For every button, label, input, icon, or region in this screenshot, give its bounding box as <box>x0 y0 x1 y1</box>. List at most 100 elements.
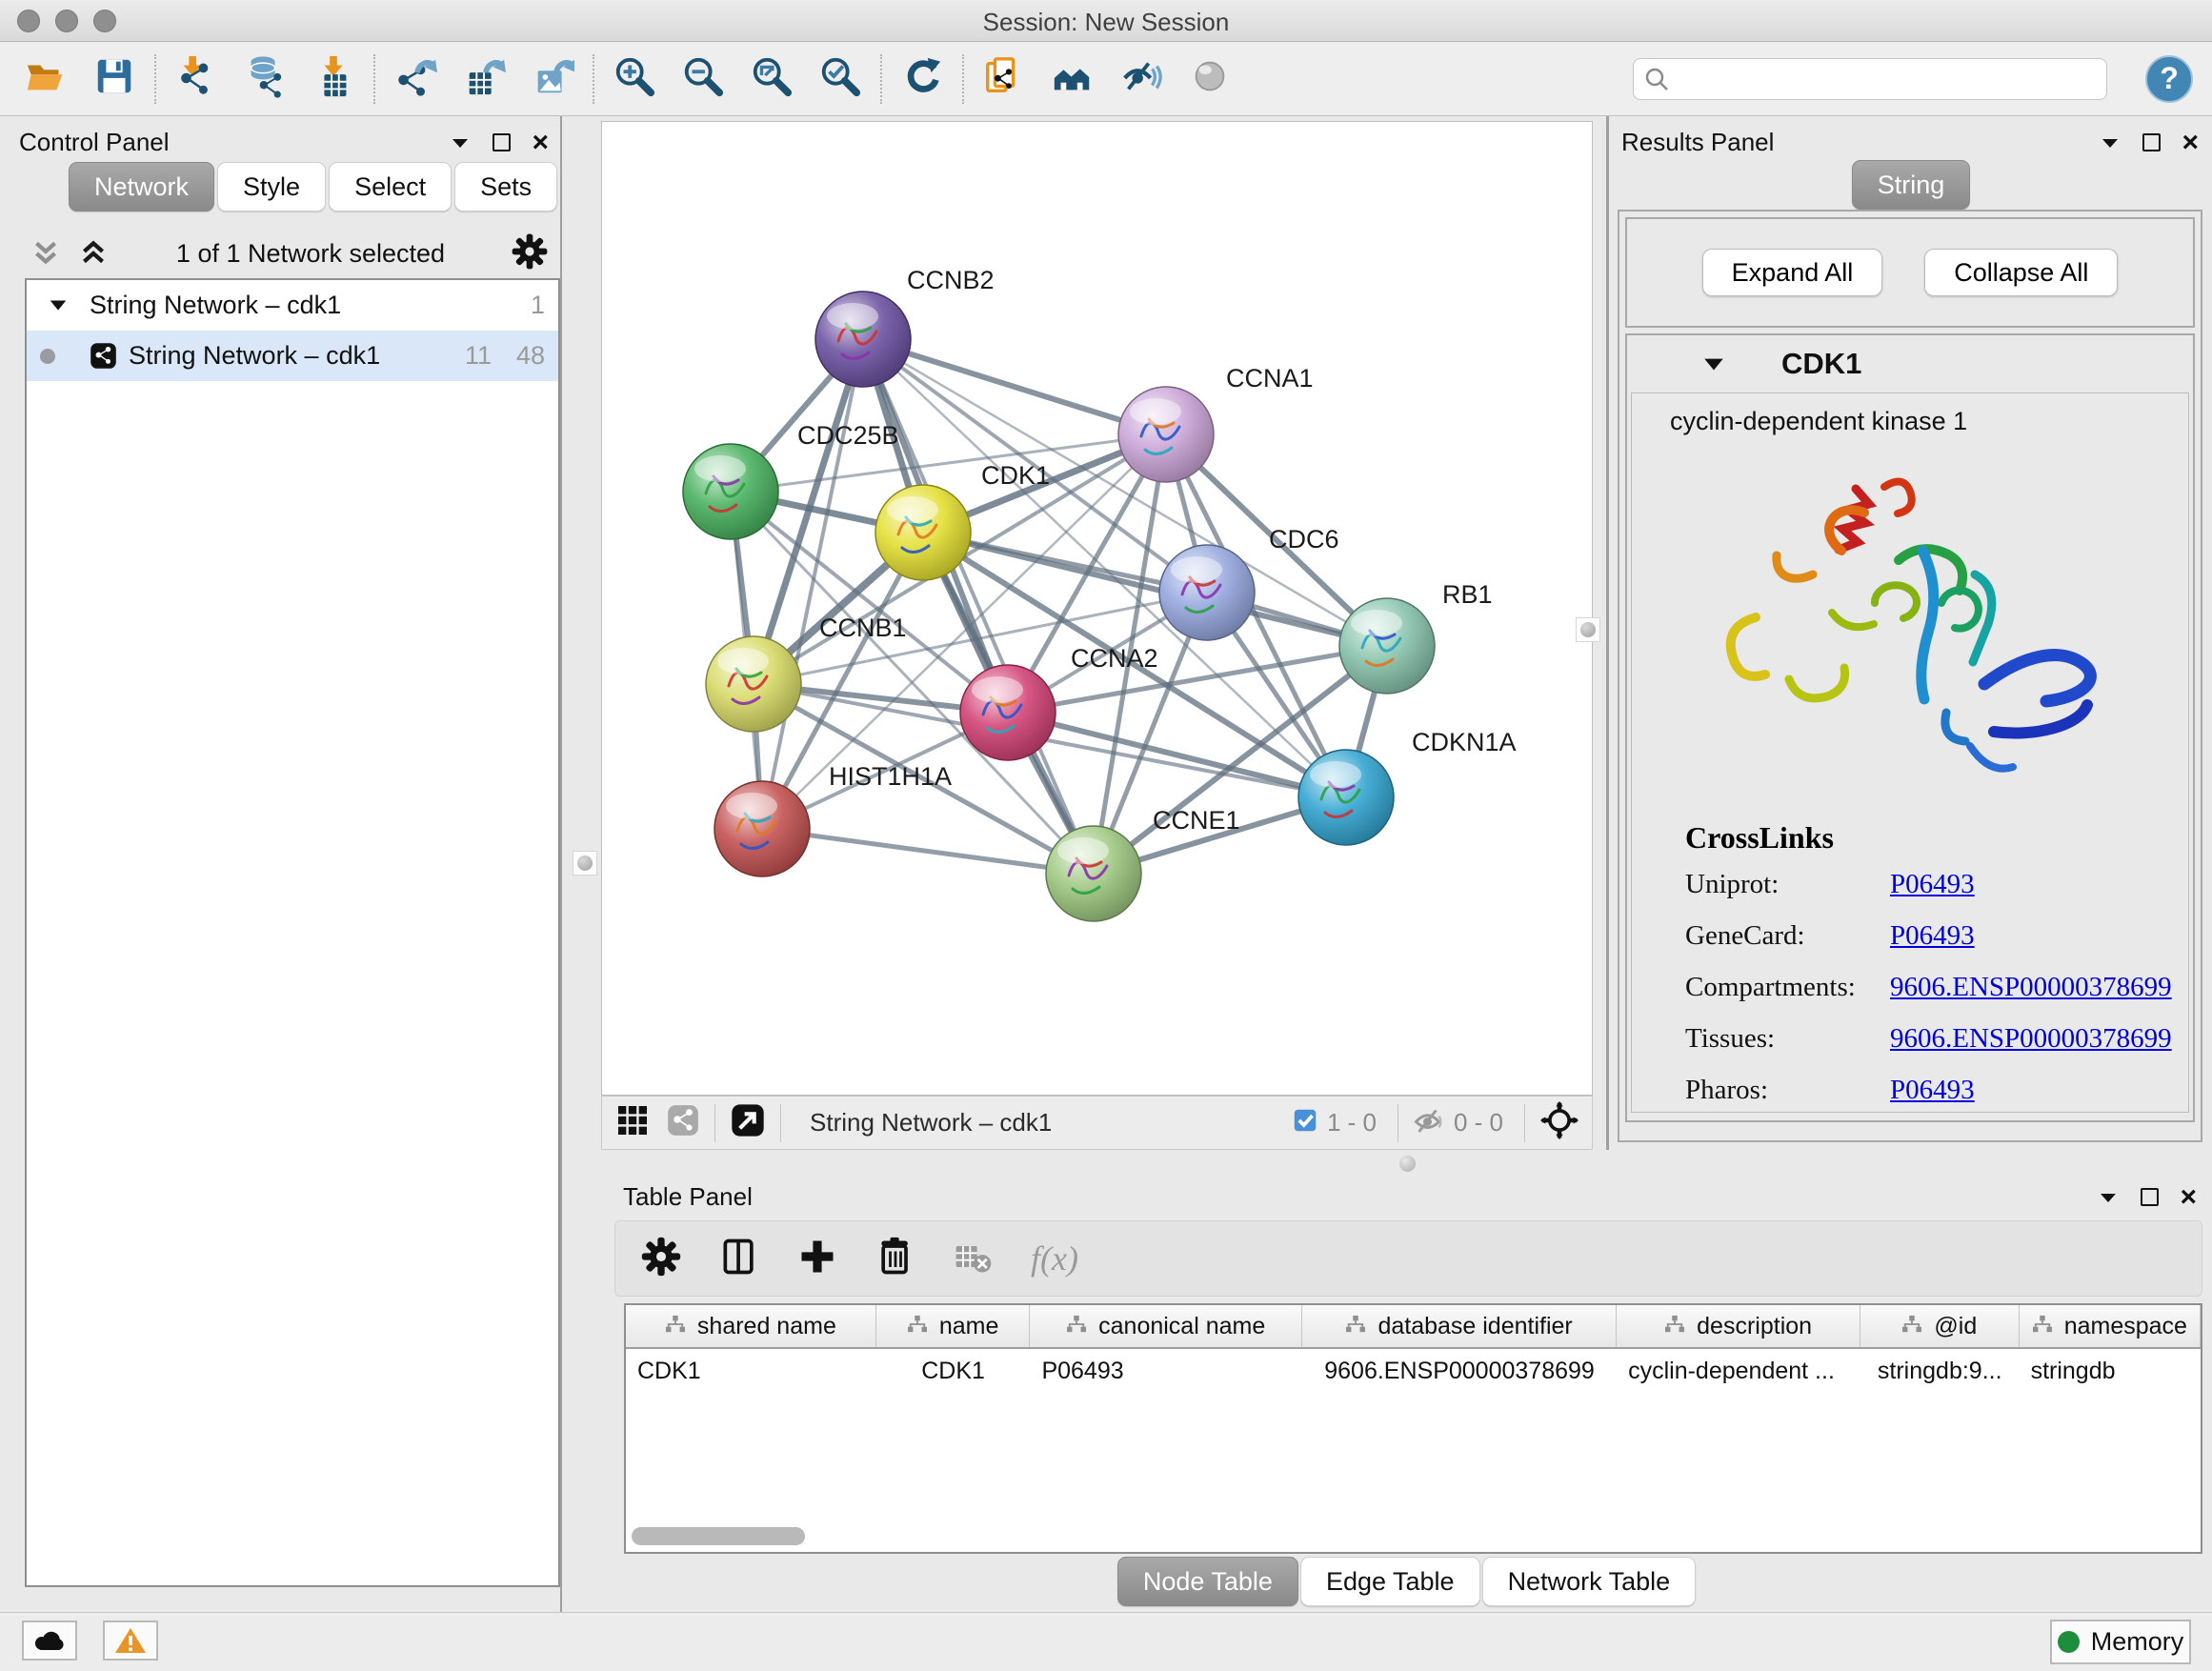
warnings-button[interactable] <box>103 1621 158 1661</box>
panel-menu-icon[interactable] <box>2097 1186 2120 1209</box>
network-node-cdk1[interactable] <box>875 485 971 580</box>
first-neighbors-button[interactable] <box>1050 56 1096 102</box>
delete-column-button[interactable] <box>875 1236 916 1282</box>
section-collapse-icon[interactable] <box>1701 352 1726 376</box>
tab-style[interactable]: Style <box>217 162 326 211</box>
tab-node-table[interactable]: Node Table <box>1117 1557 1298 1606</box>
network-node-hist1h1a[interactable] <box>714 781 810 876</box>
zoom-fit-button[interactable] <box>749 56 794 102</box>
table-cell[interactable]: stringdb <box>2020 1349 2201 1393</box>
table-cell[interactable]: CDK1 <box>876 1349 1031 1393</box>
crosslink-link[interactable]: 9606.ENSP00000378699 <box>1890 972 2172 1003</box>
import-table-from-file-button[interactable] <box>311 56 356 102</box>
show-columns-button[interactable] <box>718 1236 760 1282</box>
tree-expander-icon[interactable] <box>48 295 69 316</box>
apply-preferred-layout-button[interactable] <box>899 56 945 102</box>
network-node-ccna2[interactable] <box>960 665 1056 760</box>
network-node-rb1[interactable] <box>1339 598 1435 694</box>
network-node-cdc25b[interactable] <box>683 444 778 539</box>
search-input[interactable] <box>1670 66 2097 92</box>
new-network-from-selection-button[interactable] <box>981 56 1027 102</box>
panel-close-icon[interactable]: × <box>2180 1188 2197 1207</box>
panel-close-icon[interactable]: × <box>2182 133 2199 152</box>
delete-table-button[interactable] <box>953 1236 995 1282</box>
selected-checkbox-icon[interactable] <box>1291 1106 1319 1139</box>
network-node-cdkn1a[interactable] <box>1298 750 1394 845</box>
table-cell[interactable]: cyclin-dependent ... <box>1617 1349 1860 1393</box>
panel-float-icon[interactable] <box>493 133 511 151</box>
crosslink-link[interactable]: P06493 <box>1890 869 1975 900</box>
network-node-ccne1[interactable] <box>1046 826 1141 921</box>
zoom-in-button[interactable] <box>612 56 657 102</box>
zoom-out-button[interactable] <box>680 56 726 102</box>
help-button[interactable]: ? <box>2145 55 2193 103</box>
export-network-button[interactable] <box>392 56 438 102</box>
panel-float-icon[interactable] <box>2141 1188 2159 1206</box>
function-builder-button[interactable]: f(x) <box>1031 1238 1078 1278</box>
column-header-shared-name[interactable]: shared name <box>626 1305 876 1347</box>
table-cell[interactable]: P06493 <box>1030 1349 1302 1393</box>
column-header-description[interactable]: description <box>1617 1305 1860 1347</box>
crosslink-link[interactable]: P06493 <box>1890 1075 1975 1106</box>
column-header--id[interactable]: @id <box>1860 1305 2020 1347</box>
column-header-name[interactable]: name <box>876 1305 1031 1347</box>
column-header-canonical-name[interactable]: canonical name <box>1030 1305 1302 1347</box>
search-box[interactable] <box>1633 58 2107 100</box>
show-hide-graphics-details-button[interactable] <box>1118 56 1164 102</box>
table-row[interactable]: CDK1CDK1P064939606.ENSP00000378699cyclin… <box>626 1349 2201 1393</box>
panel-close-icon[interactable]: × <box>532 133 549 152</box>
crosslink-link[interactable]: P06493 <box>1890 920 1975 952</box>
panel-menu-icon[interactable] <box>449 131 472 154</box>
table-cell[interactable]: stringdb:9... <box>1860 1349 2020 1393</box>
network-badge-icon[interactable] <box>665 1102 701 1143</box>
expand-all-button[interactable]: Expand All <box>1702 249 1883 296</box>
add-column-button[interactable] <box>796 1236 838 1282</box>
collapse-all-icon[interactable] <box>29 237 63 270</box>
horizontal-splitter-handle[interactable] <box>1399 1156 1416 1172</box>
expand-all-icon[interactable] <box>76 237 111 270</box>
right-splitter[interactable] <box>1606 116 1609 1150</box>
table-gear-button[interactable] <box>640 1236 682 1282</box>
import-network-from-database-button[interactable] <box>242 56 288 102</box>
zoom-selected-button[interactable] <box>817 56 863 102</box>
table-cell[interactable]: CDK1 <box>626 1349 876 1393</box>
panel-float-icon[interactable] <box>2142 133 2161 151</box>
left-splitter-handle[interactable] <box>573 851 597 876</box>
tab-network[interactable]: Network <box>69 162 214 211</box>
import-network-from-file-button[interactable] <box>173 56 219 102</box>
table-cell[interactable]: 9606.ENSP00000378699 <box>1302 1349 1617 1393</box>
network-options-gear-icon[interactable] <box>511 232 549 275</box>
status-bar: Memory <box>0 1612 2212 1671</box>
detach-view-icon[interactable] <box>729 1101 767 1144</box>
crosslink-link[interactable]: 9606.ENSP00000378699 <box>1890 1023 2172 1055</box>
column-header-database-identifier[interactable]: database identifier <box>1302 1305 1617 1347</box>
panel-menu-icon[interactable] <box>2099 131 2122 154</box>
save-session-button[interactable] <box>91 56 137 102</box>
network-node-cdc6[interactable] <box>1159 545 1255 640</box>
tab-edge-table[interactable]: Edge Table <box>1300 1557 1480 1606</box>
export-table-button[interactable] <box>461 56 507 102</box>
open-session-button[interactable] <box>23 56 69 102</box>
network-node-ccnb2[interactable] <box>815 292 911 387</box>
tab-string[interactable]: String <box>1852 160 1971 210</box>
tab-sets[interactable]: Sets <box>454 162 557 211</box>
network-view-canvas[interactable]: CCNB2CCNA1CDC25BCDK1CDC6RB1CCNB1CCNA2CDK… <box>601 121 1593 1096</box>
hidden-eye-icon[interactable] <box>1412 1103 1446 1142</box>
cloud-status-button[interactable] <box>22 1621 77 1661</box>
tab-network-table[interactable]: Network Table <box>1482 1557 1697 1606</box>
birdseye-crosshair-icon[interactable] <box>1538 1099 1580 1146</box>
table-horizontal-scrollbar[interactable] <box>632 1527 805 1545</box>
network-tree-row[interactable]: String Network – cdk1 11 48 <box>27 331 558 381</box>
export-image-button[interactable] <box>530 56 575 102</box>
birds-eye-view-button[interactable] <box>1187 56 1233 102</box>
memory-button[interactable]: Memory <box>2050 1620 2191 1664</box>
grid-view-icon[interactable] <box>613 1101 652 1144</box>
network-node-ccna1[interactable] <box>1118 387 1214 482</box>
left-splitter[interactable] <box>560 116 562 1612</box>
column-header-namespace[interactable]: namespace <box>2020 1305 2201 1347</box>
tab-select[interactable]: Select <box>329 162 452 211</box>
network-node-ccnb1[interactable] <box>706 636 801 732</box>
network-tree-row[interactable]: String Network – cdk1 1 <box>27 280 558 331</box>
right-splitter-handle[interactable] <box>1576 617 1600 642</box>
collapse-all-button[interactable]: Collapse All <box>1924 249 2118 296</box>
